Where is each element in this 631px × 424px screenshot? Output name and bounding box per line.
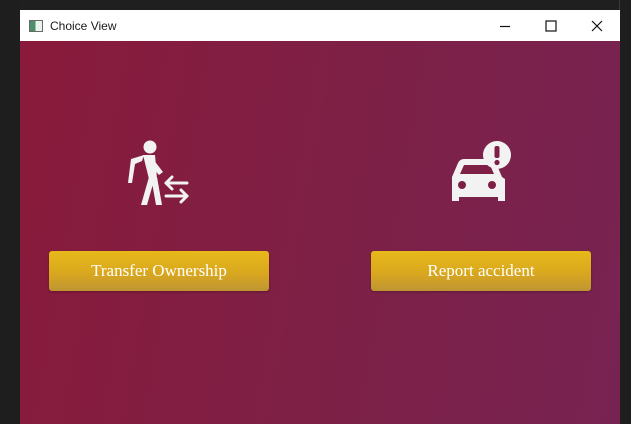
minimize-button[interactable] <box>482 10 528 41</box>
choice-view-window: Choice View Transfer Ownership Report ac… <box>20 10 620 424</box>
person-transfer-icon <box>126 139 192 213</box>
transfer-ownership-label: Transfer Ownership <box>91 261 227 280</box>
window-title: Choice View <box>50 18 117 33</box>
transfer-ownership-button[interactable]: Transfer Ownership <box>49 251 269 291</box>
title-bar[interactable]: Choice View <box>20 10 620 41</box>
desktop-background-right <box>619 0 631 424</box>
minimize-icon <box>500 25 510 27</box>
report-accident-label: Report accident <box>427 261 535 280</box>
close-icon <box>591 20 603 31</box>
maximize-icon <box>545 19 557 32</box>
window-controls <box>482 10 620 41</box>
desktop-background <box>0 0 20 424</box>
car-alert-icon <box>448 141 516 211</box>
report-accident-button[interactable]: Report accident <box>371 251 591 291</box>
choice-panel: Transfer Ownership Report accident <box>20 41 620 424</box>
maximize-button[interactable] <box>528 10 574 41</box>
close-button[interactable] <box>574 10 620 41</box>
app-icon <box>29 19 43 32</box>
